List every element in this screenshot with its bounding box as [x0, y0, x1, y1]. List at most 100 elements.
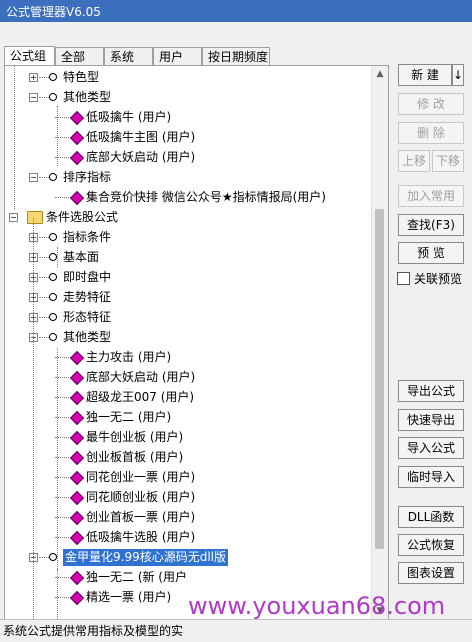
tree-formula-item[interactable]: 主力攻击 (用户)	[5, 348, 371, 368]
formula-icon	[69, 370, 85, 386]
tree-connector	[39, 557, 49, 559]
tree-connector	[39, 237, 49, 239]
tab-all[interactable]: 全部	[55, 47, 104, 65]
tree-folder-item[interactable]: − 条件选股公式	[5, 208, 371, 228]
tree-guide-line	[33, 218, 34, 619]
tab-user[interactable]: 用户	[153, 47, 202, 65]
new-dropdown-arrow-icon[interactable]: ↓	[452, 64, 464, 86]
add-to-common-button[interactable]: 加入常用	[398, 185, 464, 207]
tree-connector	[39, 277, 49, 279]
formula-icon	[69, 570, 85, 586]
tree-connector	[39, 297, 49, 299]
move-up-button[interactable]: 上移	[398, 150, 430, 172]
tree-item-label: 主力攻击 (用户)	[86, 350, 172, 364]
tab-by-date-frequency[interactable]: 按日期频度	[202, 47, 270, 65]
tree-group-item[interactable]: + 特色型	[5, 68, 371, 88]
move-down-button[interactable]: 下移	[432, 150, 464, 172]
formula-icon	[69, 590, 85, 606]
tree-item-label: 形态特征	[63, 310, 112, 324]
collapse-icon[interactable]: −	[29, 173, 38, 182]
tree-item-label: 低吸擒牛选股 (用户)	[86, 530, 196, 544]
tree-item-label: 即时盘中	[63, 270, 112, 284]
tree-item-label: 低吸擒牛主图 (用户)	[86, 130, 196, 144]
group-node-icon	[49, 293, 57, 301]
watermark: www.youxuan68.com	[188, 592, 446, 620]
tree-item-label: 独一无二 (用户)	[86, 410, 172, 424]
delete-button[interactable]: 删 除	[398, 122, 464, 144]
formula-icon	[69, 470, 85, 486]
tree-group-item[interactable]: + 走势特征	[5, 288, 371, 308]
tree-item-label: 独一无二 (新 (用户	[86, 570, 187, 584]
tree-item-label: 创业板首板 (用户)	[86, 450, 184, 464]
tree-formula-item[interactable]: 同花顺创业板 (用户)	[5, 488, 371, 508]
expand-icon[interactable]: +	[29, 73, 38, 82]
tree-scrollbar[interactable]: ▲ ▼	[371, 66, 388, 619]
new-button[interactable]: 新 建	[398, 64, 452, 86]
collapse-icon[interactable]: −	[29, 93, 38, 102]
tree-item-label: 同花顺创业板 (用户)	[86, 490, 196, 504]
export-formula-button[interactable]: 导出公式	[398, 380, 464, 402]
tree-item-label: 走势特征	[63, 290, 112, 304]
tree-group-item[interactable]: + 即时盘中	[5, 268, 371, 288]
tree-connector	[39, 77, 49, 79]
tree-formula-item[interactable]: 底部大妖启动 (用户)	[5, 368, 371, 388]
window-title: 公式管理器V6.05	[6, 5, 101, 19]
group-node-icon	[49, 253, 57, 261]
tree-group-item[interactable]: − 其他类型	[5, 88, 371, 108]
formula-tree[interactable]: + 特色型 − 其他类型低吸擒牛 (用户) 低吸擒牛主图 (用户) 底部大妖启动 (用户)…	[5, 66, 371, 619]
tree-guide-line	[57, 106, 58, 166]
title-bar: 公式管理器V6.05	[0, 0, 472, 22]
tree-connector	[39, 177, 49, 179]
temp-import-button[interactable]: 临时导入	[398, 466, 464, 488]
formula-tree-panel: + 特色型 − 其他类型低吸擒牛 (用户) 低吸擒牛主图 (用户) 底部大妖启动 (用户)…	[4, 65, 389, 620]
dll-function-button[interactable]: DLL函数	[398, 506, 464, 528]
tree-formula-item[interactable]: 低吸擒牛 (用户)	[5, 108, 371, 128]
formula-icon	[69, 490, 85, 506]
tree-formula-item[interactable]: 低吸擒牛选股 (用户)	[5, 528, 371, 548]
tab-formula-group[interactable]: 公式组	[4, 46, 55, 66]
modify-button[interactable]: 修 改	[398, 93, 464, 115]
tree-formula-item[interactable]: 同花创业一票 (用户)	[5, 468, 371, 488]
scroll-thumb[interactable]	[375, 209, 384, 549]
tree-formula-item[interactable]: 低吸擒牛主图 (用户)	[5, 128, 371, 148]
tree-item-label: 基本面	[63, 250, 100, 264]
tree-guide-line	[14, 66, 15, 209]
tree-group-item[interactable]: − 排序指标	[5, 168, 371, 188]
tree-formula-item[interactable]: 超级龙王007 (用户)	[5, 388, 371, 408]
tree-item-label: 最牛创业板 (用户)	[86, 430, 184, 444]
tree-formula-item[interactable]: 集合竞价快排 微信公众号★指标情报局(用户)	[5, 188, 371, 208]
tree-item-label: 指标条件	[63, 230, 112, 244]
link-preview-checkbox[interactable]	[397, 272, 410, 285]
tree-item-label: 底部大妖启动 (用户)	[86, 370, 196, 384]
tab-system[interactable]: 系统	[104, 47, 153, 65]
tree-group-item[interactable]: + 指标条件	[5, 228, 371, 248]
tree-formula-item[interactable]: 底部大妖启动 (用户)	[5, 148, 371, 168]
tree-group-item[interactable]: − 其他类型	[5, 328, 371, 348]
quick-export-button[interactable]: 快速导出	[398, 409, 464, 431]
tree-formula-item[interactable]: 独一无二 (用户)	[5, 408, 371, 428]
scroll-up-arrow-icon[interactable]: ▲	[372, 66, 388, 82]
tree-formula-item[interactable]: 创业板首板 (用户)	[5, 448, 371, 468]
tree-formula-item[interactable]: 最牛创业板 (用户)	[5, 428, 371, 448]
group-node-icon	[49, 173, 57, 181]
tree-formula-item[interactable]: 创业首板一票 (用户)	[5, 508, 371, 528]
tree-formula-item[interactable]: 独一无二 (新 (用户	[5, 568, 371, 588]
tree-connector	[55, 197, 69, 199]
collapse-icon[interactable]: −	[9, 213, 18, 222]
tree-item-label: 其他类型	[63, 90, 112, 104]
tree-group-item[interactable]: + 形态特征	[5, 308, 371, 328]
tree-group-item[interactable]: + 基本面	[5, 248, 371, 268]
preview-button[interactable]: 预 览	[398, 242, 464, 264]
group-node-icon	[49, 73, 57, 81]
tree-item-label: 同花创业一票 (用户)	[86, 470, 196, 484]
tree-group-item[interactable]: − 金甲量化9.99核心源码无dll版	[5, 548, 371, 568]
import-formula-button[interactable]: 导入公式	[398, 437, 464, 459]
chart-settings-button[interactable]: 图表设置	[398, 562, 464, 584]
formula-icon	[69, 450, 85, 466]
formula-restore-button[interactable]: 公式恢复	[398, 534, 464, 556]
tree-item-label: 特色型	[63, 70, 100, 84]
formula-icon	[69, 110, 85, 126]
find-button[interactable]: 查找(F3)	[398, 214, 464, 236]
status-bar: 系统公式提供常用指标及模型的实	[0, 619, 472, 642]
tree-guide-line	[57, 569, 58, 619]
